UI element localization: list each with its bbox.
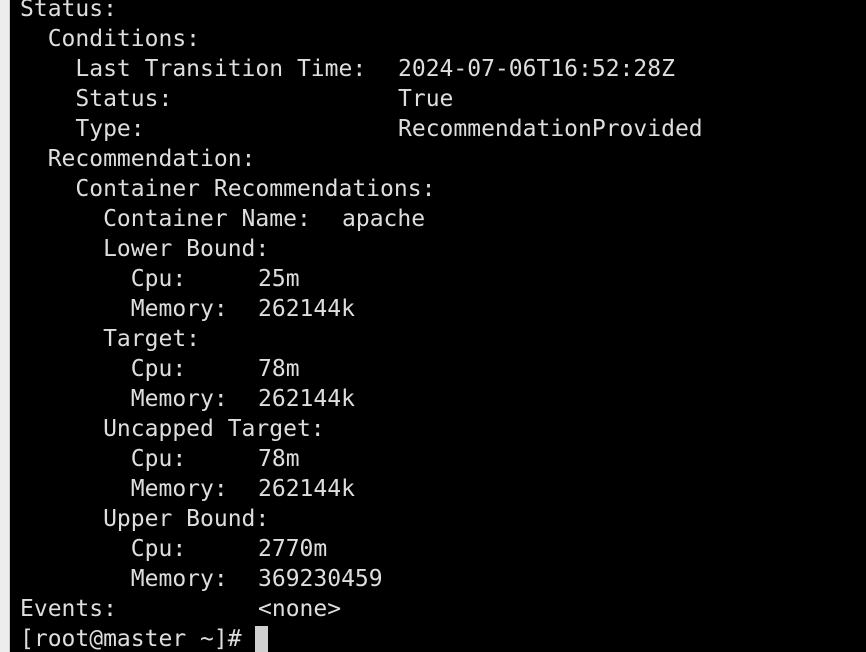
line-key: Type:	[20, 116, 145, 142]
output-line-upper-bound: Upper Bound:	[20, 504, 866, 534]
text-cursor	[255, 626, 269, 652]
terminal-window[interactable]: Status: Conditions: Last Transition Time…	[0, 0, 866, 652]
line-value: 262144k	[258, 476, 355, 502]
line-key: Memory:	[20, 476, 228, 502]
output-line-condition-status: Status: True	[20, 84, 866, 114]
output-line-target-memory: Memory: 262144k	[20, 384, 866, 414]
output-line-target-cpu: Cpu: 78m	[20, 354, 866, 384]
line-value: 262144k	[258, 296, 355, 322]
line-key: Recommendation:	[20, 146, 256, 172]
output-line-target: Target:	[20, 324, 866, 354]
line-value: 25m	[258, 266, 300, 292]
output-line-container-recommendations: Container Recommendations:	[20, 174, 866, 204]
line-key: Cpu:	[20, 446, 187, 472]
line-key: Status:	[20, 86, 173, 112]
output-line-lower-cpu: Cpu: 25m	[20, 264, 866, 294]
output-line-status: Status:	[20, 0, 866, 24]
output-line-uncapped-memory: Memory: 262144k	[20, 474, 866, 504]
output-line-uncapped-target: Uncapped Target:	[20, 414, 866, 444]
window-left-edge	[0, 0, 10, 652]
output-line-condition-type: Type: RecommendationProvided	[20, 114, 866, 144]
line-value: 78m	[258, 356, 300, 382]
line-key: Memory:	[20, 386, 228, 412]
line-value: apache	[342, 206, 426, 232]
shell-prompt: [root@master ~]#	[20, 626, 256, 652]
line-key: Memory:	[20, 566, 228, 592]
line-key: Cpu:	[20, 536, 187, 562]
output-line-container-name: Container Name: apache	[20, 204, 866, 234]
output-line-upper-cpu: Cpu: 2770m	[20, 534, 866, 564]
line-value: True	[398, 86, 454, 112]
line-key: Upper Bound:	[20, 506, 270, 532]
line-key: Events:	[20, 596, 117, 622]
terminal-output: Status: Conditions: Last Transition Time…	[20, 0, 866, 652]
line-value: <none>	[258, 596, 342, 622]
line-value: 2770m	[258, 536, 328, 562]
line-key: Cpu:	[20, 266, 187, 292]
line-key: Uncapped Target:	[20, 416, 325, 442]
shell-prompt-line[interactable]: [root@master ~]#	[20, 624, 866, 652]
line-value: 2024-07-06T16:52:28Z	[398, 56, 675, 82]
line-key: Memory:	[20, 296, 228, 322]
line-key: Target:	[20, 326, 201, 352]
line-key: Lower Bound:	[20, 236, 270, 262]
line-key: Container Name:	[20, 206, 311, 232]
output-line-conditions: Conditions:	[20, 24, 866, 54]
line-key: Conditions:	[20, 26, 201, 52]
output-line-recommendation: Recommendation:	[20, 144, 866, 174]
output-line-upper-memory: Memory: 369230459	[20, 564, 866, 594]
line-value: 262144k	[258, 386, 355, 412]
line-key: Last Transition Time:	[20, 56, 367, 82]
output-line-lower-bound: Lower Bound:	[20, 234, 866, 264]
output-line-last-transition-time: Last Transition Time: 2024-07-06T16:52:28…	[20, 54, 866, 84]
output-line-events: Events: <none>	[20, 594, 866, 624]
line-key: Container Recommendations:	[20, 176, 436, 202]
output-line-lower-memory: Memory: 262144k	[20, 294, 866, 324]
line-value: RecommendationProvided	[398, 116, 703, 142]
output-line-uncapped-cpu: Cpu: 78m	[20, 444, 866, 474]
line-key: Status:	[20, 0, 117, 22]
line-value: 369230459	[258, 566, 383, 592]
line-key: Cpu:	[20, 356, 187, 382]
line-value: 78m	[258, 446, 300, 472]
